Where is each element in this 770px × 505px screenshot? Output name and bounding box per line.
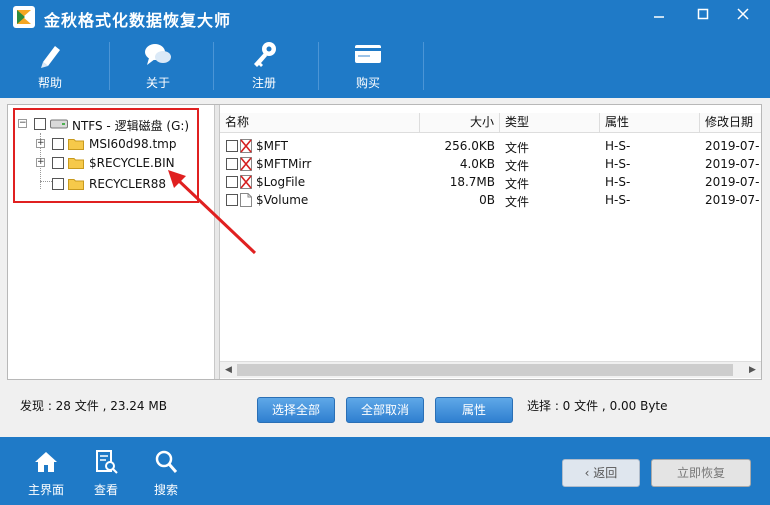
document-search-icon <box>96 450 118 474</box>
cell-type: 文件 <box>505 141 530 155</box>
app-logo-icon <box>13 6 35 28</box>
cell-size: 256.0KB <box>444 139 495 153</box>
select-all-button[interactable]: 选择全部 <box>257 397 335 423</box>
cell-date: 2019-07- <box>705 193 760 207</box>
cell-date: 2019-07- <box>705 175 760 189</box>
nav-home-button[interactable]: 主界面 <box>21 445 71 501</box>
nav-home-label: 主界面 <box>27 483 64 497</box>
column-header-type[interactable]: 类型 <box>500 113 600 133</box>
nav-view-button[interactable]: 查看 <box>81 445 131 501</box>
toolbar-about-button[interactable]: 关于 <box>108 34 208 98</box>
row-checkbox[interactable] <box>226 176 238 188</box>
row-checkbox[interactable] <box>226 194 238 206</box>
toolbar-separator <box>423 42 424 90</box>
home-icon <box>35 452 57 472</box>
scrollbar-thumb[interactable] <box>237 364 733 376</box>
card-icon <box>355 45 381 63</box>
deleted-file-icon <box>240 139 252 153</box>
table-row[interactable]: $LogFile 18.7MB 文件 H-S- 2019-07- <box>220 173 761 191</box>
cell-size: 4.0KB <box>459 157 495 171</box>
cell-name: $LogFile <box>256 175 306 189</box>
cell-date: 2019-07- <box>705 157 760 171</box>
column-header-attr[interactable]: 属性 <box>600 113 700 133</box>
toolbar-register-button[interactable]: 注册 <box>214 34 314 98</box>
selected-status: 选择 : 0 文件 , 0.00 Byte <box>527 399 668 413</box>
nav-view-label: 查看 <box>93 483 118 497</box>
maximize-icon <box>697 8 709 20</box>
cell-attr: H-S- <box>605 139 631 153</box>
back-button-label: 返回 <box>593 466 618 480</box>
deleted-file-icon <box>240 175 252 189</box>
column-header-size[interactable]: 大小 <box>420 113 500 133</box>
file-icon <box>240 193 252 207</box>
cell-type: 文件 <box>505 159 530 173</box>
cell-date: 2019-07- <box>705 139 760 153</box>
maximize-button[interactable] <box>690 4 716 28</box>
minimize-button[interactable] <box>646 4 672 28</box>
deselect-all-button[interactable]: 全部取消 <box>346 397 424 423</box>
table-row[interactable]: $Volume 0B 文件 H-S- 2019-07- <box>220 191 761 209</box>
close-icon <box>737 8 749 20</box>
table-row[interactable]: $MFT 256.0KB 文件 H-S- 2019-07- <box>220 137 761 155</box>
toolbar-about-label: 关于 <box>145 76 170 90</box>
cell-attr: H-S- <box>605 193 631 207</box>
cell-attr: H-S- <box>605 157 631 171</box>
table-row[interactable]: $MFTMirr 4.0KB 文件 H-S- 2019-07- <box>220 155 761 173</box>
close-button[interactable] <box>730 4 756 28</box>
start-recovery-button[interactable]: 立即恢复 <box>651 459 751 487</box>
back-button[interactable]: ‹ 返回 <box>562 459 640 487</box>
cell-attr: H-S- <box>605 175 631 189</box>
file-list: 名称 大小 类型 属性 修改日期 $MFT 256.0KB 文件 H-S- 20… <box>220 105 761 379</box>
highlight-annotation <box>13 108 199 203</box>
toolbar-buy-button[interactable]: 购买 <box>318 34 418 98</box>
nav-search-label: 搜索 <box>153 483 178 497</box>
horizontal-scrollbar[interactable]: ◀ ▶ <box>220 361 761 378</box>
deleted-file-icon <box>240 157 252 171</box>
cell-name: $MFT <box>256 139 289 153</box>
chat-bubbles-icon <box>145 44 171 65</box>
toolbar: 帮助 关于 注册 购买 <box>0 34 770 98</box>
scroll-right-icon[interactable]: ▶ <box>744 362 761 379</box>
key-icon <box>254 42 276 67</box>
cell-type: 文件 <box>505 195 530 209</box>
search-icon <box>155 450 178 473</box>
column-header-date[interactable]: 修改日期 <box>700 113 761 133</box>
scroll-left-icon[interactable]: ◀ <box>220 362 237 379</box>
file-list-header: 名称 大小 类型 属性 修改日期 <box>220 113 761 133</box>
toolbar-help-button[interactable]: 帮助 <box>0 34 100 98</box>
cell-type: 文件 <box>505 177 530 191</box>
cell-size: 18.7MB <box>449 175 495 189</box>
cell-name: $MFTMirr <box>256 157 312 171</box>
found-status: 发现 : 28 文件 , 23.24 MB <box>20 399 167 413</box>
title-bar: 金秋格式化数据恢复大师 <box>0 0 770 34</box>
row-checkbox[interactable] <box>226 140 238 152</box>
cell-size: 0B <box>479 193 495 207</box>
column-header-name[interactable]: 名称 <box>220 113 420 133</box>
minimize-icon <box>654 16 664 18</box>
pen-icon <box>41 46 60 68</box>
top-bar: 金秋格式化数据恢复大师 帮助 关于 注册 购买 <box>0 0 770 98</box>
properties-button[interactable]: 属性 <box>435 397 513 423</box>
nav-search-button[interactable]: 搜索 <box>141 445 191 501</box>
toolbar-help-label: 帮助 <box>37 76 62 90</box>
row-checkbox[interactable] <box>226 158 238 170</box>
app-title: 金秋格式化数据恢复大师 <box>44 11 232 30</box>
toolbar-buy-label: 购买 <box>355 76 380 90</box>
cell-name: $Volume <box>256 193 309 207</box>
toolbar-register-label: 注册 <box>251 76 276 90</box>
chevron-left-icon: ‹ <box>584 466 594 480</box>
